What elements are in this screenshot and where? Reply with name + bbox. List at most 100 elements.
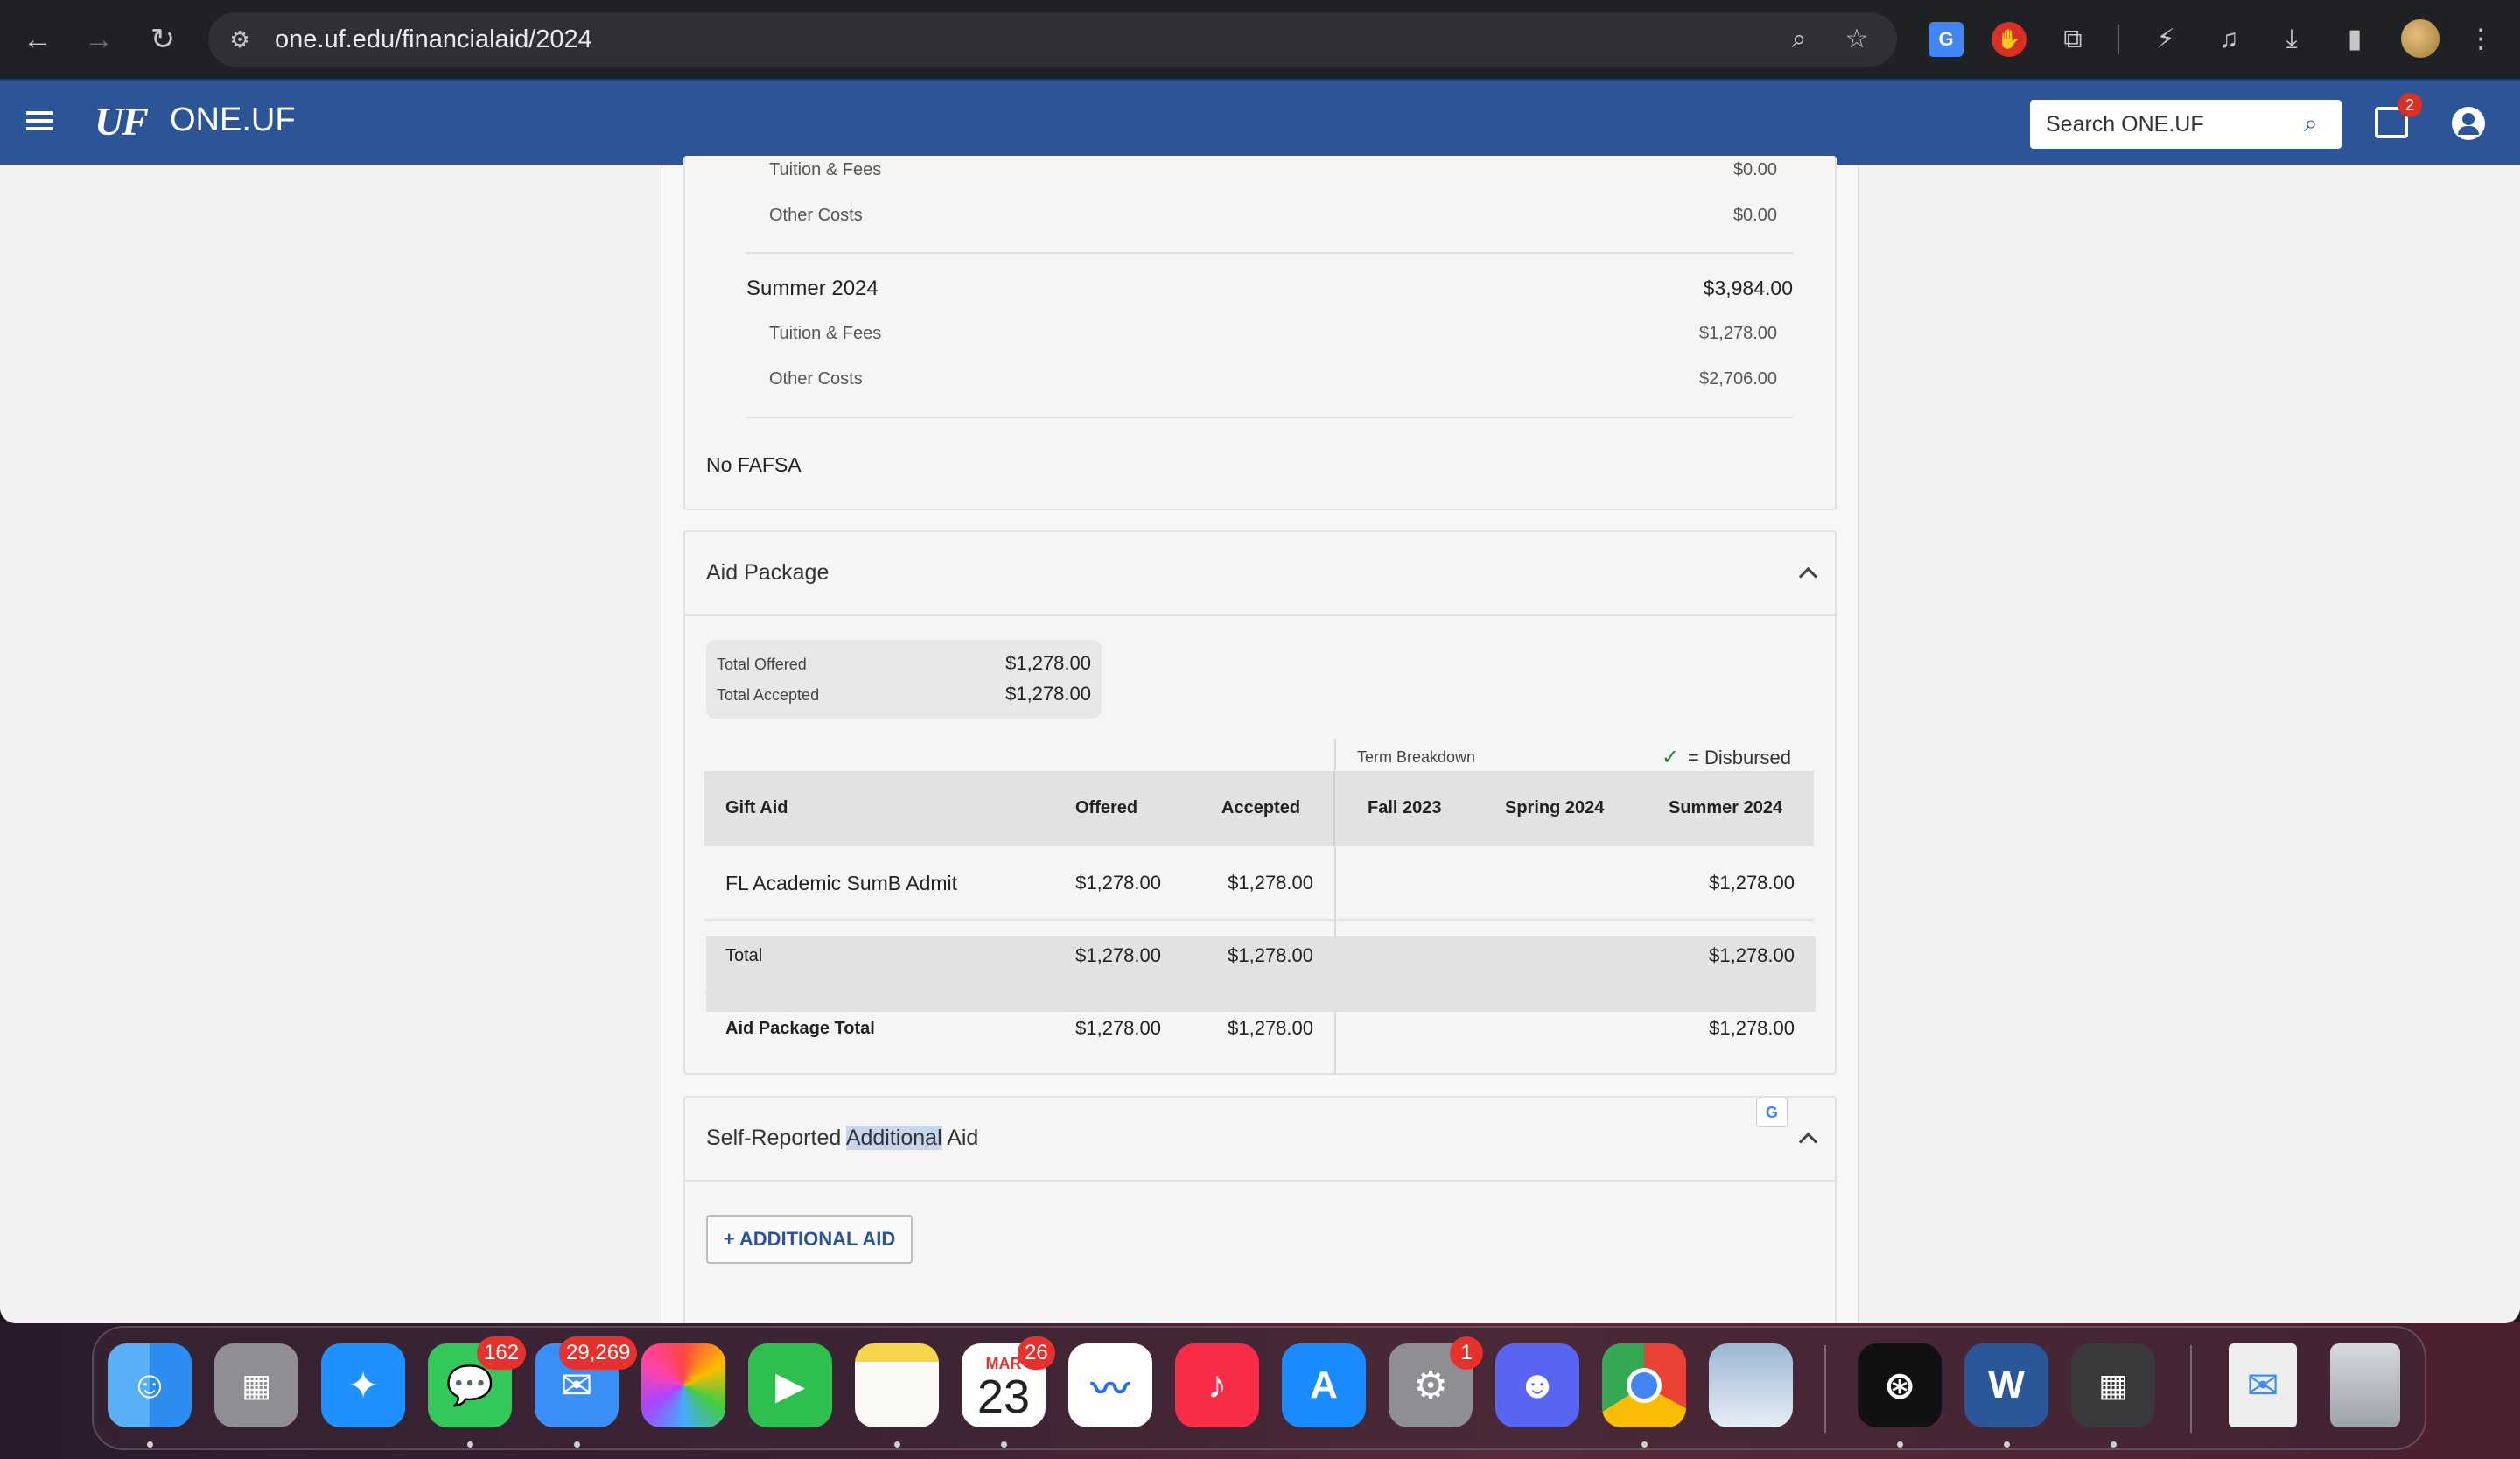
offered-value: $1,278.00 xyxy=(1075,944,1161,966)
divider xyxy=(685,614,1835,616)
column-header-spring[interactable]: Spring 2024 xyxy=(1505,798,1604,818)
search-icon[interactable]: ⌕ xyxy=(2296,109,2326,138)
google-translate-extension-icon[interactable]: G xyxy=(1928,22,1964,57)
divider xyxy=(746,417,1793,418)
download-icon[interactable]: ⤓ xyxy=(2270,18,2314,61)
search-input[interactable] xyxy=(2046,100,2291,149)
trash-icon[interactable] xyxy=(2330,1343,2400,1427)
music-icon[interactable]: ♪ xyxy=(1175,1343,1259,1427)
side-panel-icon[interactable]: ▮ xyxy=(2333,18,2376,61)
offered-value: $1,278.00 xyxy=(1075,1017,1161,1039)
mail-icon[interactable]: ✉ 29,269 xyxy=(535,1336,638,1427)
section-title[interactable]: Aid Package xyxy=(706,560,829,586)
word-icon[interactable]: W xyxy=(1964,1343,2048,1427)
site-header: UF ONE.UF ⌕ 2 xyxy=(0,79,2520,165)
cost-value: $0.00 xyxy=(1732,160,1777,179)
chatgpt-icon[interactable]: ⊛ xyxy=(1858,1343,1942,1427)
table-row: Total $1,278.00 $1,278.00 $1,278.00 xyxy=(704,920,1814,993)
summer-value: $1,278.00 xyxy=(1709,1017,1795,1039)
total-offered-label: Total Offered xyxy=(717,656,807,673)
bookmark-star-icon[interactable]: ☆ xyxy=(1841,24,1872,55)
calendar-badge: 26 xyxy=(1018,1336,1055,1370)
chrome-icon[interactable] xyxy=(1602,1343,1686,1427)
offered-value: $1,278.00 xyxy=(1075,872,1161,894)
column-header-fall[interactable]: Fall 2023 xyxy=(1368,798,1442,818)
column-header-summer[interactable]: Summer 2024 xyxy=(1669,798,1782,818)
section-title[interactable]: Self-Reported Additional Aid xyxy=(706,1126,978,1151)
accepted-value: $1,278.00 xyxy=(1228,872,1313,894)
account-icon[interactable] xyxy=(2452,107,2485,140)
profile-avatar[interactable] xyxy=(2401,19,2440,58)
inbox-icon[interactable]: 2 xyxy=(2375,93,2422,138)
total-accepted-label: Total Accepted xyxy=(717,686,820,704)
cost-of-attendance-section: Tuition & Fees $0.00 Other Costs $0.00 S… xyxy=(683,156,1837,510)
site-search: ⌕ xyxy=(2030,100,2342,149)
total-offered-value: $1,278.00 xyxy=(1005,652,1091,674)
aid-name: Total xyxy=(725,946,763,965)
notes-icon[interactable] xyxy=(855,1343,939,1427)
calendar-icon[interactable]: MAR 23 26 xyxy=(962,1336,1055,1427)
system-settings-icon[interactable]: ⚙ 1 xyxy=(1389,1336,1483,1427)
url-text[interactable]: one.uf.edu/financialaid/2024 xyxy=(275,12,592,67)
toolbar-divider xyxy=(2118,25,2119,54)
chrome-menu-icon[interactable]: ⋮ xyxy=(2459,18,2502,61)
cost-value: $1,278.00 xyxy=(1699,324,1777,343)
stop-hand-extension-icon[interactable]: ✋ xyxy=(1992,22,2026,57)
facetime-icon[interactable]: ▶ xyxy=(748,1343,832,1427)
messages-badge: 162 xyxy=(477,1336,527,1370)
translate-popup-icon[interactable]: G xyxy=(1756,1098,1788,1127)
media-controls-icon[interactable]: ♫ xyxy=(2207,18,2250,61)
column-header-accepted[interactable]: Accepted xyxy=(1222,798,1300,818)
cost-label: Tuition & Fees xyxy=(769,324,882,343)
settings-badge: 1 xyxy=(1450,1336,1483,1370)
site-title[interactable]: ONE.UF xyxy=(170,102,296,139)
reload-icon[interactable]: ↻ xyxy=(143,19,183,60)
address-bar[interactable]: ⚙ one.uf.edu/financialaid/2024 ⌕ ☆ xyxy=(208,12,1897,67)
aid-name: Aid Package Total xyxy=(725,1019,875,1038)
back-icon[interactable]: ← xyxy=(18,19,58,60)
cost-label: Other Costs xyxy=(769,206,863,225)
self-reported-aid-section: Self-Reported Additional Aid G + ADDITIO… xyxy=(683,1096,1837,1323)
cost-label: Tuition & Fees xyxy=(769,160,882,179)
notification-badge: 2 xyxy=(2398,93,2422,117)
add-additional-aid-button[interactable]: + ADDITIONAL AID xyxy=(706,1215,913,1264)
app-store-icon[interactable]: A xyxy=(1282,1343,1366,1427)
disbursed-legend: = Disbursed xyxy=(1688,747,1792,768)
calculator-icon[interactable]: ▦ xyxy=(2071,1343,2155,1427)
highlighted-text: Additional xyxy=(845,1126,942,1150)
forward-icon[interactable]: → xyxy=(79,19,119,60)
discord-icon[interactable]: ☻ xyxy=(1495,1343,1579,1427)
extensions-puzzle-icon[interactable]: ⧉ xyxy=(2051,18,2095,61)
divider xyxy=(685,1180,1835,1182)
eml-file-icon[interactable]: ✉ xyxy=(2229,1343,2297,1427)
uf-logo[interactable]: UF xyxy=(94,98,149,144)
zoom-icon[interactable]: ⌕ xyxy=(1783,24,1815,55)
freeform-icon[interactable]: 〰 xyxy=(1068,1343,1152,1427)
browser-toolbar: ← → ↻ ⚙ one.uf.edu/financialaid/2024 ⌕ ☆… xyxy=(0,0,2520,79)
hamburger-menu-icon[interactable] xyxy=(26,107,54,138)
preview-icon[interactable] xyxy=(1709,1343,1793,1427)
browser-window: ← → ↻ ⚙ one.uf.edu/financialaid/2024 ⌕ ☆… xyxy=(0,0,2520,1323)
site-info-icon[interactable]: ⚙ xyxy=(224,24,256,55)
finder-icon[interactable]: ☺ xyxy=(108,1343,192,1427)
column-header-offered[interactable]: Offered xyxy=(1075,798,1138,818)
table-row: Aid Package Total $1,278.00 $1,278.00 $1… xyxy=(704,993,1814,1065)
title-part: Aid xyxy=(942,1126,979,1150)
cost-label: Other Costs xyxy=(769,369,863,389)
divider xyxy=(746,252,1793,254)
totals-summary: Total Offered $1,278.00 Total Accepted $… xyxy=(706,640,1102,719)
summer-value: $1,278.00 xyxy=(1709,872,1795,894)
chevron-up-icon[interactable] xyxy=(1796,562,1819,585)
mail-badge: 29,269 xyxy=(559,1336,638,1370)
column-header-gift-aid[interactable]: Gift Aid xyxy=(725,798,788,818)
performance-icon[interactable]: ⚡ xyxy=(2144,18,2188,61)
term-label: Summer 2024 xyxy=(746,277,878,300)
photos-icon[interactable] xyxy=(641,1343,725,1427)
messages-icon[interactable]: 💬 162 xyxy=(428,1336,527,1427)
safari-icon[interactable]: ✦ xyxy=(321,1343,405,1427)
chevron-up-icon[interactable] xyxy=(1796,1127,1819,1150)
aid-table-header: Gift Aid Offered Accepted Fall 2023 Spri… xyxy=(704,771,1814,846)
launchpad-icon[interactable]: ▦ xyxy=(214,1343,298,1427)
calendar-day: 23 xyxy=(976,1370,1031,1423)
page-content: Tuition & Fees $0.00 Other Costs $0.00 S… xyxy=(0,156,2520,1323)
